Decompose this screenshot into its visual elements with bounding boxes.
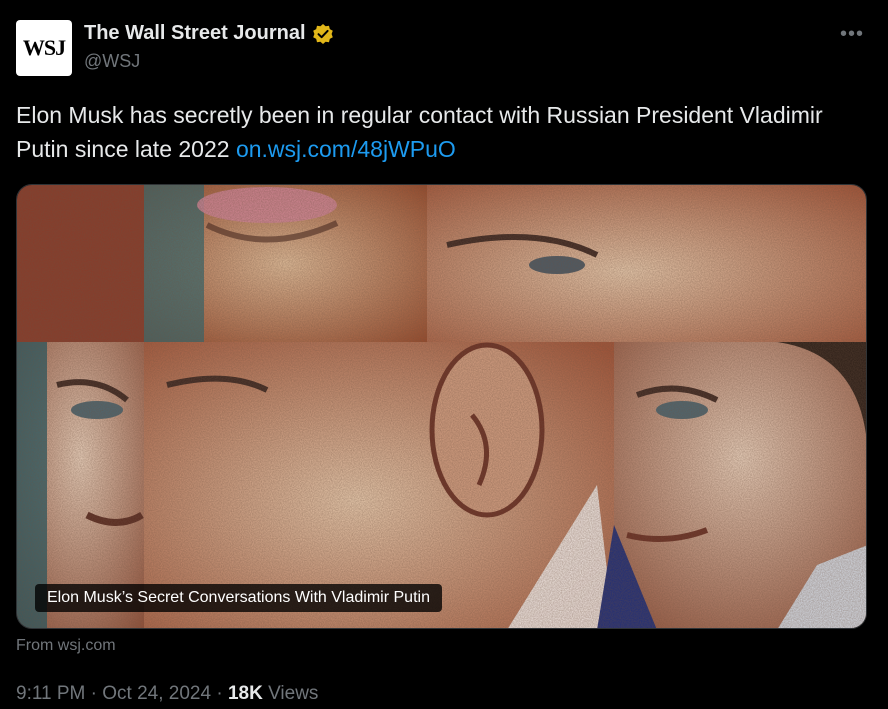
tweet-time[interactable]: 9:11 PM	[16, 683, 85, 704]
tweet-text: Elon Musk has secretly been in regular c…	[16, 98, 866, 166]
meta-separator: ·	[216, 683, 223, 704]
meta-separator: ·	[90, 683, 97, 704]
avatar-logo-text: WSJ	[22, 35, 66, 60]
link-card[interactable]: Elon Musk’s Secret Conversations With Vl…	[16, 184, 867, 629]
tweet-meta: 9:11 PM · Oct 24, 2024 · 18K Views	[16, 683, 318, 705]
display-name[interactable]: The Wall Street Journal	[84, 22, 306, 45]
more-options-icon[interactable]: •••	[840, 24, 864, 44]
author-block: The Wall Street Journal @WSJ	[84, 22, 334, 72]
name-row: The Wall Street Journal	[84, 22, 334, 45]
tweet-header: WSJ The Wall Street Journal @WSJ •••	[16, 20, 872, 80]
card-caption: Elon Musk’s Secret Conversations With Vl…	[35, 584, 442, 612]
card-source[interactable]: From wsj.com	[16, 637, 116, 655]
card-image	[17, 185, 866, 628]
views-count: 18K	[227, 683, 263, 704]
views-label: Views	[268, 683, 319, 704]
tweet: WSJ The Wall Street Journal @WSJ ••• Elo…	[0, 0, 888, 709]
tweet-date[interactable]: Oct 24, 2024	[102, 683, 211, 704]
avatar[interactable]: WSJ	[16, 20, 72, 76]
tweet-link[interactable]: on.wsj.com/48jWPuO	[236, 136, 456, 162]
verified-badge-icon[interactable]	[312, 23, 334, 45]
handle[interactable]: @WSJ	[84, 51, 334, 72]
